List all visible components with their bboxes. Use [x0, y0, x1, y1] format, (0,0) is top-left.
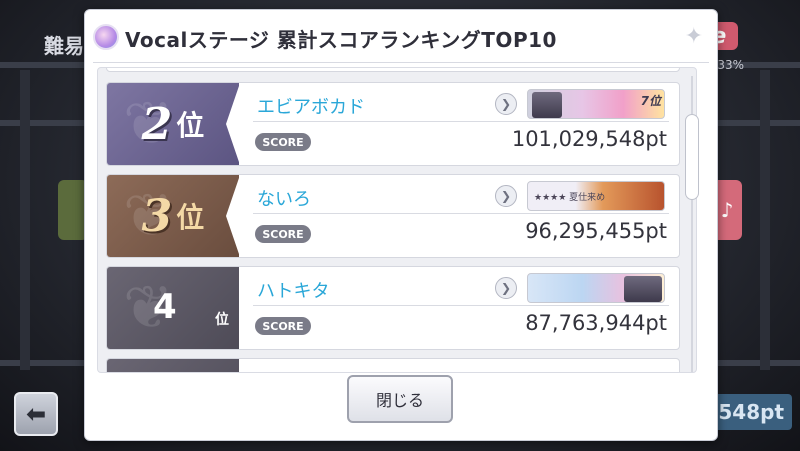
score-label: SCORE: [255, 225, 311, 243]
rank-number: 2: [141, 98, 173, 150]
scrollbar-thumb[interactable]: [685, 114, 699, 200]
row-divider: [253, 305, 669, 306]
rank-badge: ❦ 3 位: [107, 175, 240, 257]
background-title: 難易: [44, 34, 84, 58]
player-name: ないろ: [257, 189, 311, 210]
idol-card[interactable]: ★★★★ 夏仕来め: [527, 181, 665, 211]
list-scrollbar[interactable]: [685, 76, 699, 372]
close-button[interactable]: 閉じる: [347, 375, 453, 423]
rank-badge: [107, 359, 239, 372]
ranking-row-partial: [106, 358, 680, 372]
background-post: [760, 70, 770, 370]
background-score: 9,548pt: [697, 394, 792, 430]
player-name: エビアボカド: [257, 97, 365, 118]
ranking-list[interactable]: ❦ 2 位 エビアボカド ❯ 7位 SCORE 101,029,548pt ❦ …: [97, 67, 697, 373]
row-divider: [253, 213, 669, 214]
row-divider: [253, 121, 669, 122]
score-value: 87,763,944pt: [525, 311, 667, 335]
vocal-stage-icon: [93, 24, 119, 50]
score-label: SCORE: [255, 317, 311, 335]
ranking-modal: Vocalステージ 累計スコアランキングTOP10 ✦ ❦ 2 位 エビアボカド…: [84, 9, 718, 441]
ranking-row: ❦ 4 位 ハトキタ ❯ SCORE 87,763,944pt: [106, 266, 680, 350]
idol-portrait: [624, 276, 662, 302]
score-value: 96,295,455pt: [525, 219, 667, 243]
ranking-row: ❦ 2 位 エビアボカド ❯ 7位 SCORE 101,029,548pt: [106, 82, 680, 166]
rank-number: 3: [141, 190, 173, 242]
rank-suffix: 位: [215, 312, 229, 328]
sparkle-icon: ✦: [684, 24, 703, 49]
score-value: 101,029,548pt: [511, 127, 667, 151]
back-button[interactable]: ⬅: [14, 392, 58, 436]
badge-notch: [226, 175, 240, 257]
score-label: SCORE: [255, 133, 311, 151]
card-rank-tag: 7位: [640, 94, 661, 108]
modal-title: Vocalステージ 累計スコアランキングTOP10: [125, 28, 557, 52]
badge-notch: [226, 83, 240, 165]
player-name: ハトキタ: [257, 281, 330, 302]
idol-portrait: [532, 92, 562, 118]
chevron-right-icon[interactable]: ❯: [495, 277, 517, 299]
rank-number: 4: [153, 287, 177, 327]
header-divider: [93, 62, 709, 63]
ranking-row-partial: [106, 68, 680, 72]
back-arrow-icon: ⬅: [25, 400, 47, 428]
idol-card[interactable]: [527, 273, 665, 303]
idol-card[interactable]: 7位: [527, 89, 665, 119]
chevron-right-icon[interactable]: ❯: [495, 185, 517, 207]
rank-badge: ❦ 4 位: [107, 267, 239, 349]
rank-badge: ❦ 2 位: [107, 83, 240, 165]
background-post: [20, 70, 30, 370]
rank-suffix: 位: [176, 109, 205, 142]
ranking-row: ❦ 3 位 ないろ ❯ ★★★★ 夏仕来め SCORE 96,295,455pt: [106, 174, 680, 258]
background-percent: 33%: [717, 58, 744, 72]
chevron-right-icon[interactable]: ❯: [495, 93, 517, 115]
modal-header: Vocalステージ 累計スコアランキングTOP10 ✦: [85, 10, 717, 62]
rank-suffix: 位: [176, 201, 205, 234]
card-caption: ★★★★ 夏仕来め: [534, 193, 606, 203]
